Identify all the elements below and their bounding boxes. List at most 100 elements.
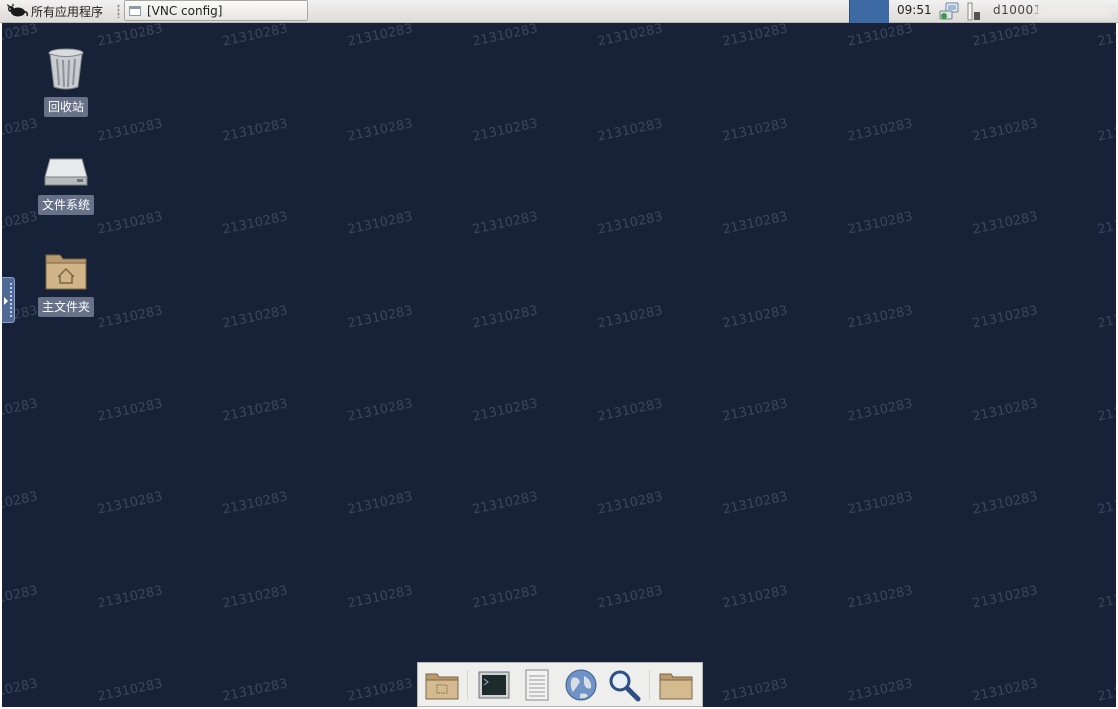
panel-separator (117, 4, 120, 18)
watermark-text: 21310283 (346, 116, 415, 145)
watermark-text: 21310283 (971, 396, 1040, 425)
watermark-text: 21310283 (721, 489, 790, 518)
desktop[interactable]: 21310283 21310283 21310283 21310283 21310283… (2, 23, 1116, 707)
applications-menu-button[interactable]: 所有应用程序 (6, 2, 103, 20)
dock-separator (467, 669, 469, 700)
watermark-text: 21310283 (1096, 23, 1116, 50)
watermark-text: 21310283 (721, 209, 790, 238)
watermark-text: 21310283 (1096, 583, 1116, 612)
watermark-text: 21310283 (96, 303, 165, 332)
text-editor-icon[interactable] (520, 667, 555, 703)
watermark-text: 21310283 (221, 676, 290, 705)
watermark-text: 21310283 (596, 209, 665, 238)
watermark-text: 21310283 (846, 489, 915, 518)
watermark-text: 21310283 (221, 583, 290, 612)
watermark-text: 21310283 (721, 583, 790, 612)
trash-icon (48, 48, 84, 90)
watermark-text: 21310283 (2, 583, 40, 612)
desktop-icon-label: 回收站 (43, 97, 88, 117)
dock-separator (649, 669, 651, 700)
watermark-text: 21310283 (471, 396, 540, 425)
watermark-text: 21310283 (2, 116, 40, 145)
workspace-switcher[interactable] (849, 0, 889, 23)
watermark-text: 21310283 (471, 303, 540, 332)
watermark-text: 21310283 (346, 489, 415, 518)
watermark-text: 21310283 (846, 396, 915, 425)
file-manager-icon[interactable] (424, 667, 459, 703)
watermark-text: 21310283 (221, 23, 290, 50)
watermark-text: 21310283 (346, 676, 415, 705)
desktop-icon-trash[interactable]: 回收站 (31, 47, 101, 117)
bottom-dock (417, 662, 703, 707)
watermark-text: 21310283 (471, 583, 540, 612)
watermark-text: 21310283 (2, 396, 40, 425)
watermark-text: 21310283 (846, 23, 915, 50)
desktop-icon-label: 文件系统 (37, 195, 94, 215)
watermark-text: 21310283 (971, 209, 1040, 238)
clock[interactable]: 09:51 (897, 3, 932, 17)
watermark-text: 21310283 (846, 583, 915, 612)
watermark-text: 21310283 (596, 116, 665, 145)
watermark-text: 21310283 (2, 23, 40, 50)
watermark-text: 21310283 (596, 396, 665, 425)
watermark-text: 21310283 (971, 583, 1040, 612)
watermark-text: 21310283 (96, 116, 165, 145)
watermark-text: 21310283 (221, 396, 290, 425)
web-browser-icon[interactable] (563, 667, 598, 703)
watermark-text: 21310283 (596, 583, 665, 612)
watermark-text: 21310283 (971, 116, 1040, 145)
watermark-text: 21310283 (346, 23, 415, 50)
search-icon[interactable] (606, 667, 641, 703)
watermark-text: 21310283 (1096, 396, 1116, 425)
watermark-text: 21310283 (96, 583, 165, 612)
watermark-text: 21310283 (2, 489, 40, 518)
watermark-text: 21310283 (471, 489, 540, 518)
watermark-text: 21310283 (221, 209, 290, 238)
watermark-text: 21310283 (221, 303, 290, 332)
watermark-text: 21310283 (471, 23, 540, 50)
watermark-text: 21310283 (971, 676, 1040, 705)
network-icon[interactable] (938, 1, 962, 21)
watermark-text: 21310283 (96, 489, 165, 518)
watermark-text: 21310283 (471, 209, 540, 238)
hard-drive-icon (44, 158, 88, 186)
watermark-text: 21310283 (846, 303, 915, 332)
watermark-text: 21310283 (96, 23, 165, 50)
watermark-text: 21310283 (1096, 676, 1116, 705)
grip-dots (9, 282, 13, 318)
desktop-icon-label: 主文件夹 (37, 297, 94, 317)
volume-icon[interactable] (967, 2, 981, 21)
user-name[interactable]: d10001 (993, 3, 1042, 17)
watermark-text: 21310283 (1096, 209, 1116, 238)
watermark-text: 21310283 (96, 209, 165, 238)
watermark-text: 21310283 (971, 489, 1040, 518)
watermark-text: 21310283 (596, 23, 665, 50)
side-panel-handle[interactable] (2, 277, 15, 323)
watermark-text: 21310283 (1096, 116, 1116, 145)
desktop-icon-filesystem[interactable]: 文件系统 (31, 151, 101, 215)
desktop-icon-home[interactable]: 主文件夹 (31, 249, 101, 317)
xfce-mouse-icon (7, 3, 28, 17)
watermark-text: 21310283 (846, 209, 915, 238)
watermark-text: 21310283 (346, 396, 415, 425)
top-panel: 所有应用程序 [VNC config] 09:51 d10001 (0, 0, 1118, 23)
home-folder-icon (45, 254, 87, 290)
watermark-text: 21310283 (721, 116, 790, 145)
watermark-text: 21310283 (96, 396, 165, 425)
watermark-text: 21310283 (221, 116, 290, 145)
redacted-region (1036, 5, 1110, 17)
watermark-text: 21310283 (846, 116, 915, 145)
watermark-text: 21310283 (2, 676, 40, 705)
watermark-text: 21310283 (346, 303, 415, 332)
terminal-icon[interactable] (477, 667, 512, 703)
watermark-text: 21310283 (96, 676, 165, 705)
folder-icon[interactable] (659, 667, 694, 703)
taskbar-window-button[interactable]: [VNC config] (124, 0, 308, 21)
applications-menu-label: 所有应用程序 (31, 4, 104, 19)
watermark-text: 21310283 (971, 303, 1040, 332)
watermark-text: 21310283 (1096, 489, 1116, 518)
expand-arrow-icon (4, 297, 8, 305)
taskbar-window-label: [VNC config] (147, 3, 223, 18)
watermark-text: 21310283 (721, 396, 790, 425)
watermark-text: 21310283 (221, 489, 290, 518)
